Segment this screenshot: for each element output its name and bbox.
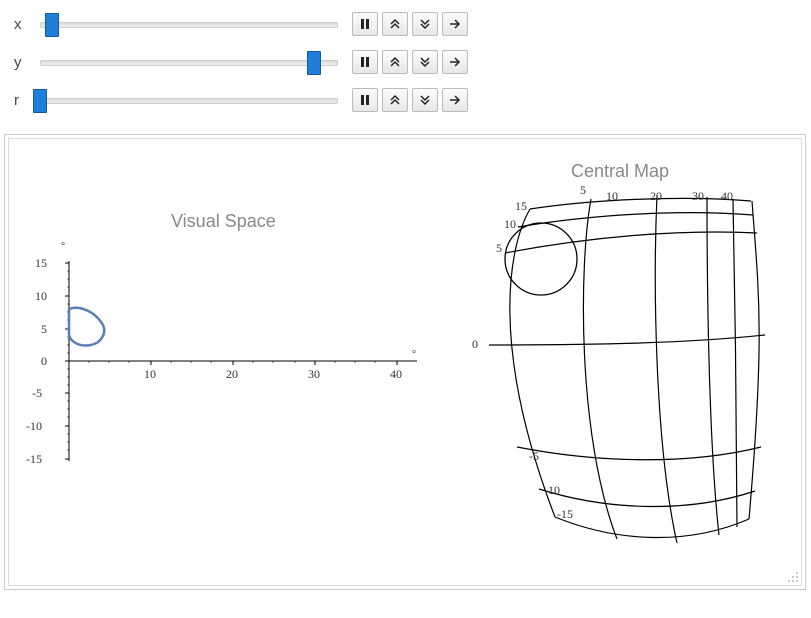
slider-row-r: r: [6, 86, 809, 114]
play-button[interactable]: [442, 88, 468, 112]
slider-thumb-y[interactable]: [307, 51, 321, 75]
resize-grip-icon[interactable]: [787, 571, 799, 583]
az-30: 30: [692, 189, 704, 204]
ytick-n15: -15: [26, 452, 42, 467]
slider-label-x: x: [6, 16, 40, 33]
ytick-n10: -10: [26, 419, 42, 434]
play-button[interactable]: [442, 12, 468, 36]
slider-thumb-r[interactable]: [33, 89, 47, 113]
pause-icon: [358, 17, 372, 31]
faster-button[interactable]: [382, 50, 408, 74]
pause-icon: [358, 55, 372, 69]
xtick-40: 40: [390, 367, 402, 382]
chevron-double-up-icon: [388, 93, 402, 107]
ytick-10: 10: [35, 289, 47, 304]
output-panel-inner: Visual Space: [8, 138, 802, 586]
az-40: 40: [721, 189, 733, 204]
slider-x[interactable]: [40, 13, 338, 35]
y-unit-deg: °: [61, 241, 65, 252]
slower-button[interactable]: [412, 88, 438, 112]
el-15: 15: [515, 199, 527, 214]
slider-y[interactable]: [40, 51, 338, 73]
slider-controls-r: [352, 88, 468, 112]
az-10: 10: [606, 189, 618, 204]
chevron-double-down-icon: [418, 93, 432, 107]
mapped-stimulus-circle: [505, 223, 577, 295]
stimulus-curve: [69, 308, 104, 346]
faster-button[interactable]: [382, 88, 408, 112]
slider-panel: x y: [4, 4, 809, 134]
ytick-15: 15: [35, 256, 47, 271]
el-5: 5: [496, 241, 502, 256]
chevron-double-down-icon: [418, 55, 432, 69]
play-button[interactable]: [442, 50, 468, 74]
pause-button[interactable]: [352, 12, 378, 36]
slider-rail: [40, 22, 338, 28]
chevron-double-up-icon: [388, 55, 402, 69]
pause-button[interactable]: [352, 50, 378, 74]
xtick-20: 20: [226, 367, 238, 382]
xtick-30: 30: [308, 367, 320, 382]
ytick-n5: -5: [32, 386, 42, 401]
el-10: 10: [504, 217, 516, 232]
el-n10: -10: [544, 483, 560, 498]
el-0: 0: [472, 337, 478, 352]
arrow-right-icon: [448, 55, 462, 69]
pause-button[interactable]: [352, 88, 378, 112]
slider-label-y: y: [6, 54, 40, 71]
ytick-5: 5: [41, 322, 47, 337]
x-unit-deg: °: [412, 349, 416, 360]
slider-rail: [40, 60, 338, 66]
el-n15: -15: [557, 507, 573, 522]
az-20: 20: [650, 189, 662, 204]
output-panel: Visual Space: [4, 134, 806, 590]
central-map-plot: [469, 185, 789, 565]
arrow-right-icon: [448, 93, 462, 107]
plot-title-left: Visual Space: [171, 211, 276, 232]
slower-button[interactable]: [412, 50, 438, 74]
visual-space-plot: [47, 251, 427, 471]
slider-rail: [40, 98, 338, 104]
slider-r[interactable]: [40, 89, 338, 111]
slider-row-y: y: [6, 48, 809, 76]
el-n5: -5: [529, 449, 539, 464]
slider-controls-y: [352, 50, 468, 74]
chevron-double-up-icon: [388, 17, 402, 31]
ytick-0: 0: [41, 354, 47, 369]
slider-thumb-x[interactable]: [45, 13, 59, 37]
faster-button[interactable]: [382, 12, 408, 36]
slider-controls-x: [352, 12, 468, 36]
arrow-right-icon: [448, 17, 462, 31]
pause-icon: [358, 93, 372, 107]
plot-title-right: Central Map: [571, 161, 669, 182]
slower-button[interactable]: [412, 12, 438, 36]
chevron-double-down-icon: [418, 17, 432, 31]
slider-row-x: x: [6, 10, 809, 38]
xtick-10: 10: [144, 367, 156, 382]
az-5: 5: [580, 183, 586, 198]
